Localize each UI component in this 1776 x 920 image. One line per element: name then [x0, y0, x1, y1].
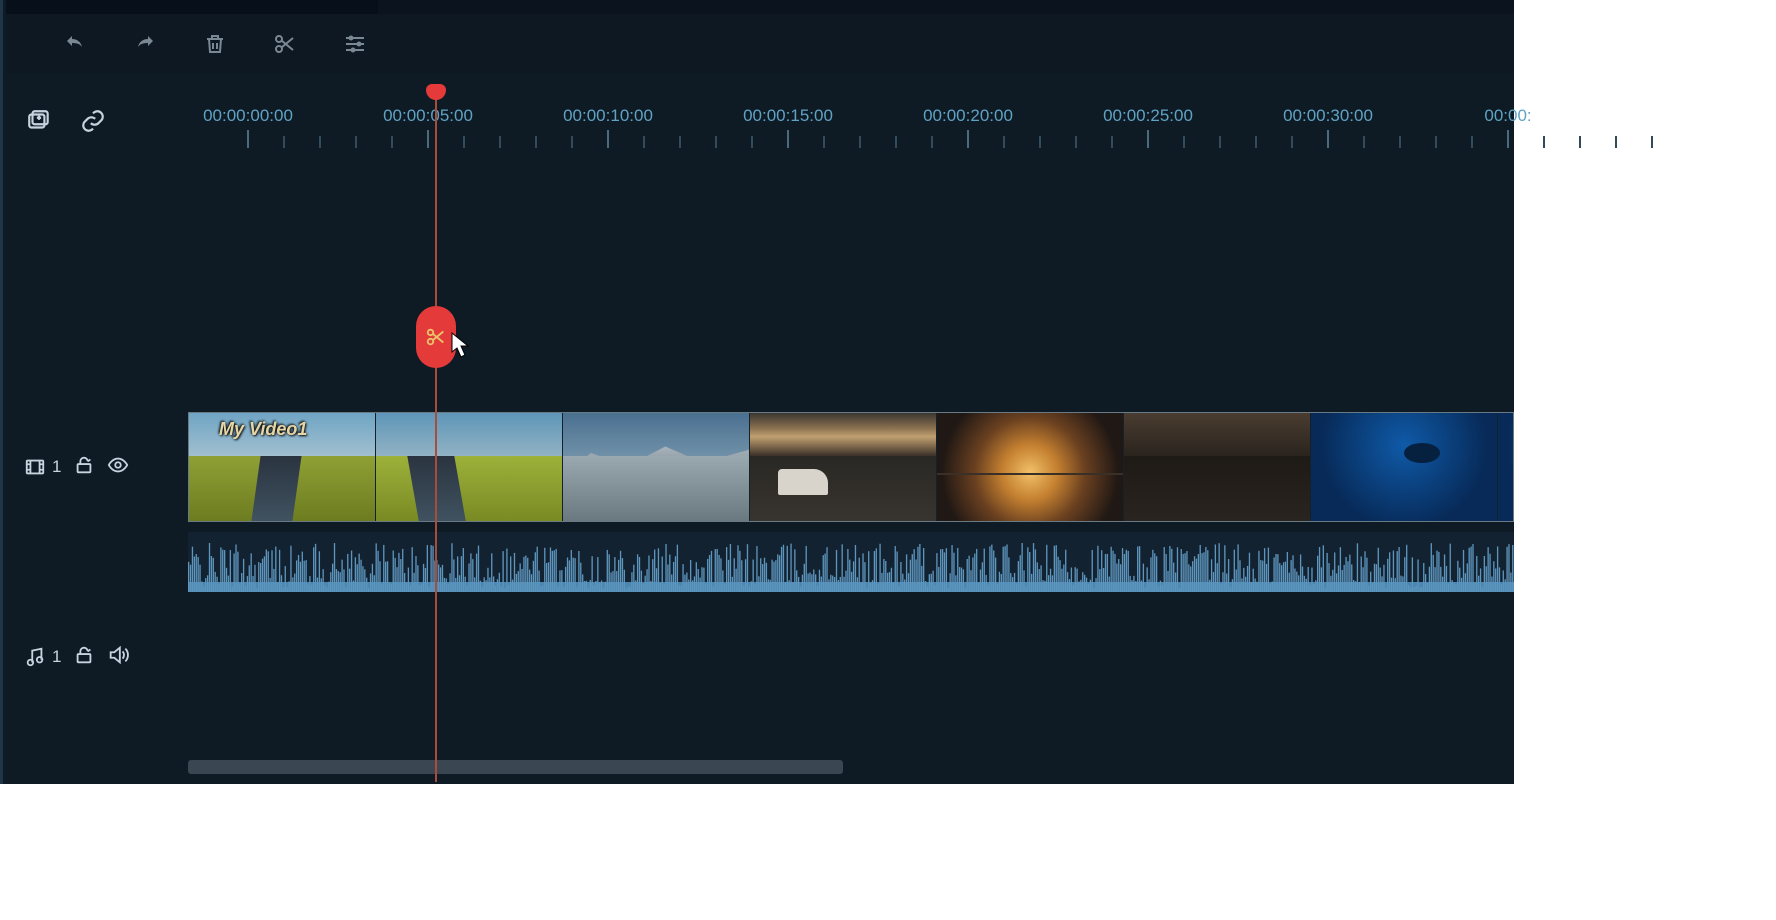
ruler-label: 00:00:10:00 [563, 106, 653, 126]
music-track-mute-button[interactable] [107, 644, 129, 671]
music-track-header: 1 [6, 632, 188, 682]
video-track-visibility-button[interactable] [107, 454, 129, 481]
timeline-ruler[interactable]: 00:00:00:00 00:00:05:00 00:00:10:00 00:00:1… [188, 74, 1514, 162]
music-track-number: 1 [52, 647, 61, 667]
ruler-label: 00:00: [1484, 106, 1531, 126]
clip-thumbnail [937, 413, 1124, 521]
video-clip[interactable]: My Video1 [188, 412, 1514, 522]
clip-thumbnail [750, 413, 937, 521]
mouse-cursor-icon [450, 332, 472, 360]
redo-button[interactable] [131, 30, 159, 58]
clip-label: My Video1 [219, 419, 307, 440]
ruler-label: 00:00:30:00 [1283, 106, 1373, 126]
clip-thumbnail [563, 413, 750, 521]
ruler-label: 00:00:05:00 [383, 106, 473, 126]
audio-track [6, 532, 1514, 592]
music-track: 1 [6, 632, 1514, 682]
scrollbar-thumb[interactable] [188, 760, 843, 774]
video-track-icon: 1 [24, 456, 61, 478]
timeline-toolbar [6, 14, 1514, 74]
split-button[interactable] [271, 30, 299, 58]
adjust-button[interactable] [341, 30, 369, 58]
timeline-body: 1 My Video1 [6, 162, 1514, 784]
ruler-label: 00:00:00:00 [203, 106, 293, 126]
clip-thumbnail [1311, 413, 1498, 521]
clip-thumbnail [1124, 413, 1311, 521]
clip-thumbnail [1498, 413, 1514, 521]
video-track-header: 1 [6, 412, 188, 522]
timeline-ruler-row: 00:00:00:00 00:00:05:00 00:00:10:00 00:00:1… [6, 74, 1514, 162]
tab-strip-left [6, 0, 378, 14]
playhead[interactable] [435, 86, 437, 782]
horizontal-scrollbar[interactable] [188, 760, 1514, 774]
link-icon[interactable] [80, 108, 106, 139]
clip-thumbnail [376, 413, 563, 521]
ruler-label: 00:00:15:00 [743, 106, 833, 126]
ruler-label: 00:00:25:00 [1103, 106, 1193, 126]
video-track: 1 My Video1 [6, 412, 1514, 522]
ruler-label: 00:00:20:00 [923, 106, 1013, 126]
add-marker-icon[interactable] [26, 108, 52, 139]
video-track-lock-button[interactable] [73, 454, 95, 481]
audio-waveform[interactable] [188, 532, 1514, 592]
music-track-icon: 1 [24, 646, 61, 668]
tab-strip-right [378, 0, 1514, 14]
video-track-number: 1 [52, 457, 61, 477]
undo-button[interactable] [61, 30, 89, 58]
delete-button[interactable] [201, 30, 229, 58]
video-editor-timeline: 00:00:00:00 00:00:05:00 00:00:10:00 00:00:1… [0, 0, 1514, 784]
music-track-lock-button[interactable] [73, 644, 95, 671]
